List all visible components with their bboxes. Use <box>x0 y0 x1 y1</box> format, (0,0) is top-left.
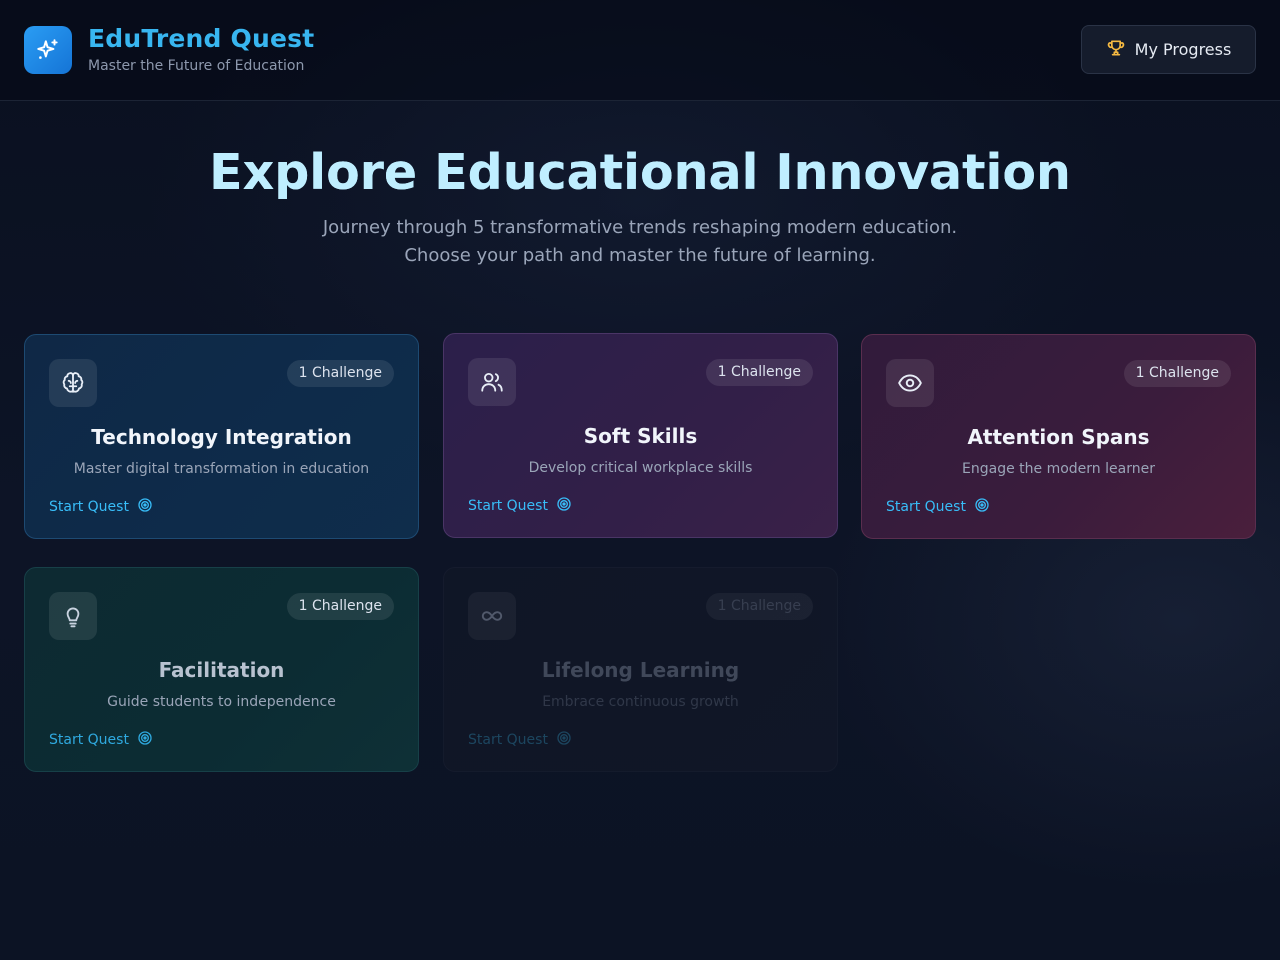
hero-title: Explore Educational Innovation <box>0 144 1280 201</box>
challenge-count-badge: 1 Challenge <box>286 360 394 387</box>
card-description: Develop critical workplace skills <box>528 460 753 476</box>
card-description: Guide students to independence <box>107 694 336 710</box>
app-header: EduTrend Quest Master the Future of Educ… <box>0 0 1280 101</box>
challenge-count-badge: 1 Challenge <box>1123 360 1231 387</box>
start-quest-label: Start Quest <box>49 732 129 748</box>
eye-icon <box>886 359 934 407</box>
start-quest-link[interactable]: Start Quest <box>468 496 572 516</box>
brand-title: EduTrend Quest <box>88 24 315 53</box>
trend-card-soft-skills[interactable]: 1 Challenge Soft Skills Develop critical… <box>443 333 838 538</box>
start-quest-label: Start Quest <box>468 498 548 514</box>
start-quest-link[interactable]: Start Quest <box>49 730 153 750</box>
card-description: Embrace continuous growth <box>542 694 739 710</box>
trophy-icon <box>1106 38 1126 62</box>
my-progress-button[interactable]: My Progress <box>1081 25 1256 74</box>
card-title: Attention Spans <box>967 425 1150 449</box>
hero-subtitle-line-2: Choose your path and master the future o… <box>404 245 876 266</box>
challenge-count-badge: 1 Challenge <box>286 593 394 620</box>
lightbulb-icon <box>49 592 97 640</box>
card-description: Master digital transformation in educati… <box>73 461 370 477</box>
start-quest-label: Start Quest <box>49 499 129 515</box>
start-quest-label: Start Quest <box>886 499 966 515</box>
page: EduTrend Quest Master the Future of Educ… <box>0 0 1280 960</box>
trend-card-lifelong-learning[interactable]: 1 Challenge Lifelong Learning Embrace co… <box>443 567 838 772</box>
card-title: Technology Integration <box>91 425 352 449</box>
card-title: Facilitation <box>158 658 285 682</box>
start-quest-link[interactable]: Start Quest <box>49 497 153 517</box>
card-title: Soft Skills <box>583 424 698 448</box>
my-progress-label: My Progress <box>1134 40 1232 59</box>
trend-card-attention-spans[interactable]: 1 Challenge Attention Spans Engage the m… <box>861 334 1256 539</box>
brain-icon <box>49 359 97 407</box>
card-title: Lifelong Learning <box>541 658 740 682</box>
start-quest-link[interactable]: Start Quest <box>886 497 990 517</box>
target-icon <box>556 496 572 516</box>
challenge-count-badge: 1 Challenge <box>705 359 813 386</box>
trend-card-facilitation[interactable]: 1 Challenge Facilitation Guide students … <box>24 567 419 772</box>
hero-subtitle-line-1: Journey through 5 transformative trends … <box>322 217 958 238</box>
infinity-icon <box>468 592 516 640</box>
challenge-count-badge: 1 Challenge <box>705 593 813 620</box>
start-quest-label: Start Quest <box>468 732 548 748</box>
target-icon <box>137 497 153 517</box>
trend-card-technology-integration[interactable]: 1 Challenge Technology Integration Maste… <box>24 334 419 539</box>
target-icon <box>556 730 572 750</box>
target-icon <box>974 497 990 517</box>
card-description: Engage the modern learner <box>962 461 1155 477</box>
start-quest-link[interactable]: Start Quest <box>468 730 572 750</box>
sparkles-logo-icon[interactable] <box>24 26 72 74</box>
users-icon <box>468 358 516 406</box>
brand-subtitle: Master the Future of Education <box>88 58 305 74</box>
target-icon <box>137 730 153 750</box>
hero-subtitle: Journey through 5 transformative trends … <box>0 214 1280 270</box>
